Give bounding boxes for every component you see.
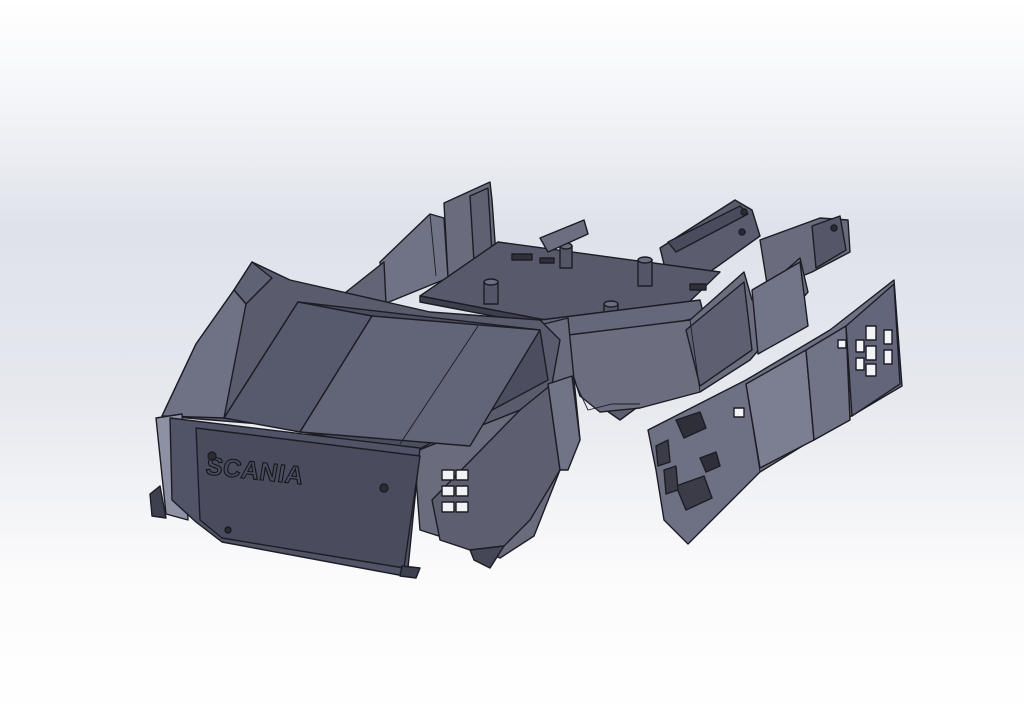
grille-bolt-bottom xyxy=(224,526,232,534)
grille-bolt-left xyxy=(207,451,217,461)
cad-viewport[interactable]: SCANIA xyxy=(0,0,1024,717)
truck-cab-model[interactable]: SCANIA xyxy=(0,0,1024,717)
grille-bolt-right xyxy=(379,483,389,493)
